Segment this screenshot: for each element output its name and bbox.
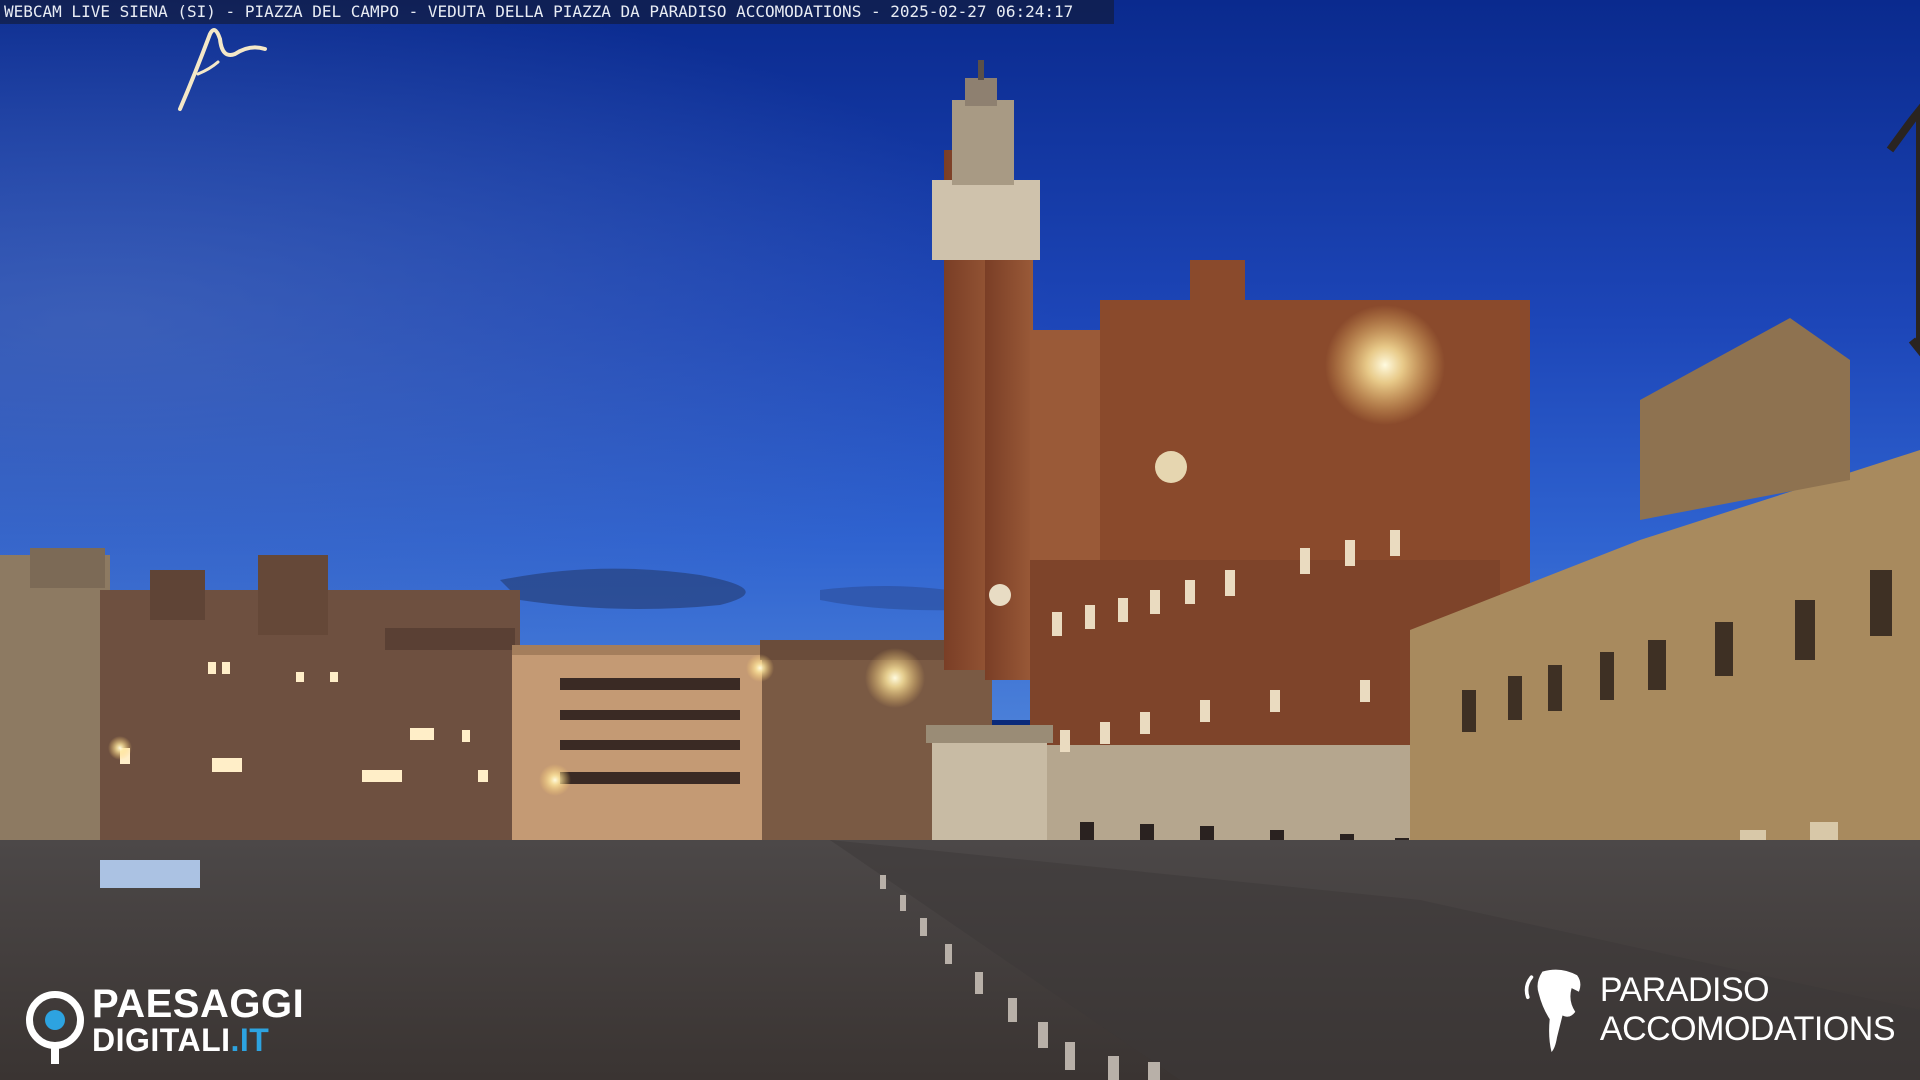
fonte-gaia-lit xyxy=(100,860,200,888)
lamp-glow xyxy=(1325,305,1445,425)
paradiso-accomodations-logo: PARADISO ACCOMODATIONS xyxy=(1515,955,1896,1065)
paesaggi-digitali-logo: PAESAGGI DIGITALI.IT xyxy=(26,982,305,1064)
paradiso-horse-logo-icon xyxy=(1524,969,1581,1053)
signature-mark xyxy=(178,28,267,111)
lamp-glow xyxy=(539,764,571,796)
logo-left-line2: DIGITALI xyxy=(92,1022,231,1058)
logo-left-line1: PAESAGGI xyxy=(92,982,305,1026)
logo-left-tld: .IT xyxy=(230,1022,270,1058)
lamp-glow xyxy=(865,648,925,708)
lamp-glow xyxy=(108,736,132,760)
lamp-glow xyxy=(746,654,774,682)
paesaggi-digitali-logo-icon xyxy=(26,991,84,1064)
logo-right-line2: ACCOMODATIONS xyxy=(1599,1010,1896,1048)
webcam-scene xyxy=(0,0,1920,1080)
logo-right-line1: PARADISO xyxy=(1599,970,1770,1009)
